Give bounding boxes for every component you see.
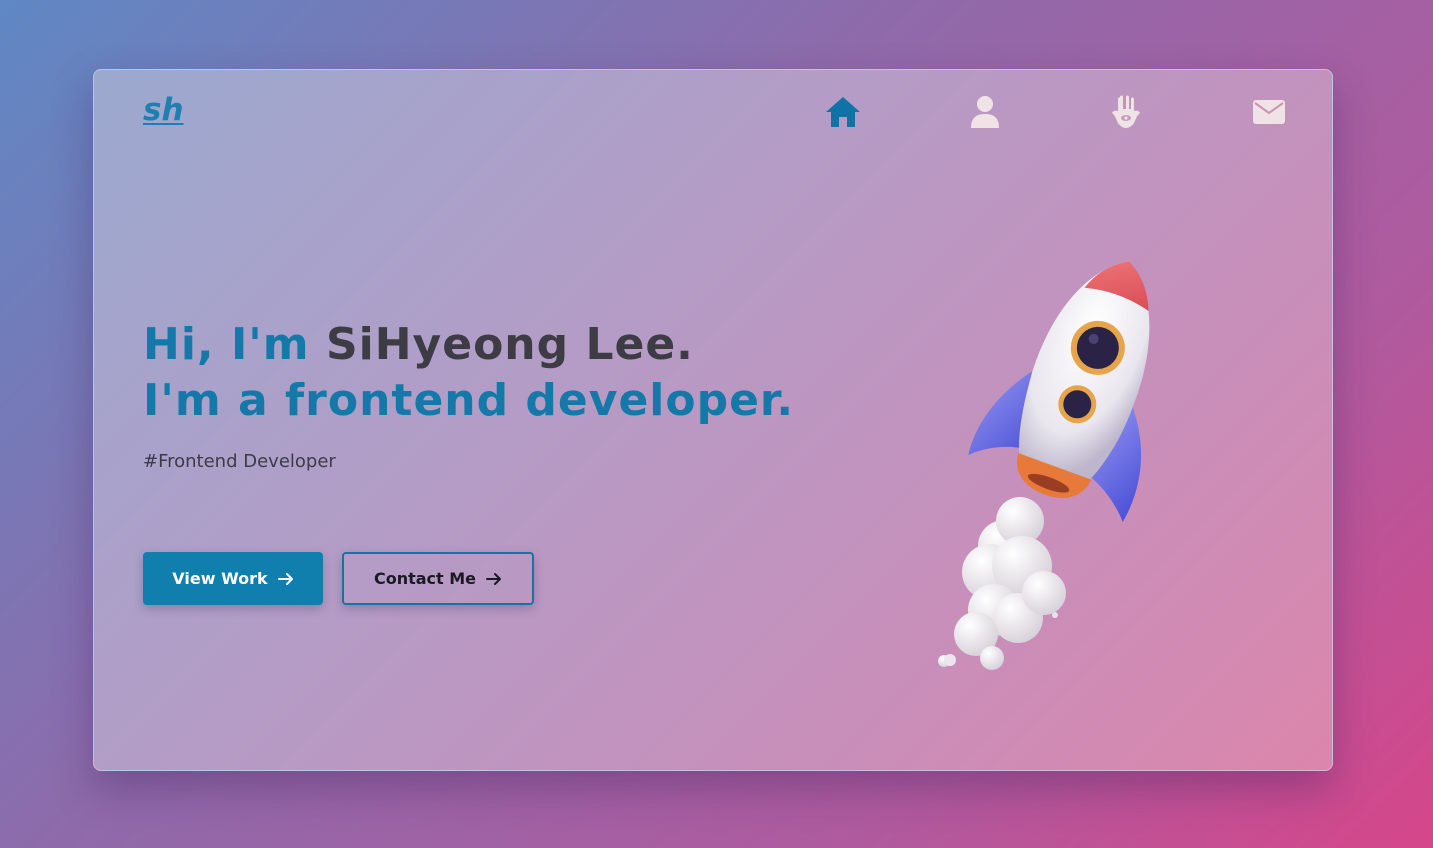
greeting-text: Hi, I'm xyxy=(143,319,326,370)
view-work-label: View Work xyxy=(172,569,268,588)
view-work-button[interactable]: View Work xyxy=(143,552,323,605)
home-icon xyxy=(826,97,860,127)
hero-card: sh Hi, I'm SiHyeong Lee. I'm a frontend … xyxy=(93,69,1333,771)
nav-contact[interactable] xyxy=(1249,92,1289,132)
arrow-right-icon xyxy=(486,572,502,585)
nav-home[interactable] xyxy=(823,92,863,132)
nav-about[interactable] xyxy=(965,92,1005,132)
rocket-illustration xyxy=(938,261,1150,670)
hero-tagline: #Frontend Developer xyxy=(143,451,336,472)
arrow-right-icon xyxy=(277,572,293,585)
developer-name: SiHyeong Lee. xyxy=(325,319,694,370)
hamsa-icon xyxy=(1112,95,1140,128)
top-nav xyxy=(94,92,1332,132)
hero-headline: Hi, I'm SiHyeong Lee. I'm a frontend dev… xyxy=(143,317,794,429)
contact-me-label: Contact Me xyxy=(373,569,477,588)
nav-skills[interactable] xyxy=(1106,92,1146,132)
contact-me-button[interactable]: Contact Me xyxy=(342,552,534,605)
user-icon xyxy=(971,96,999,128)
envelope-icon xyxy=(1253,100,1285,124)
headline-line-1: Hi, I'm SiHyeong Lee. xyxy=(143,317,794,373)
headline-line-2: I'm a frontend developer. xyxy=(143,375,795,426)
